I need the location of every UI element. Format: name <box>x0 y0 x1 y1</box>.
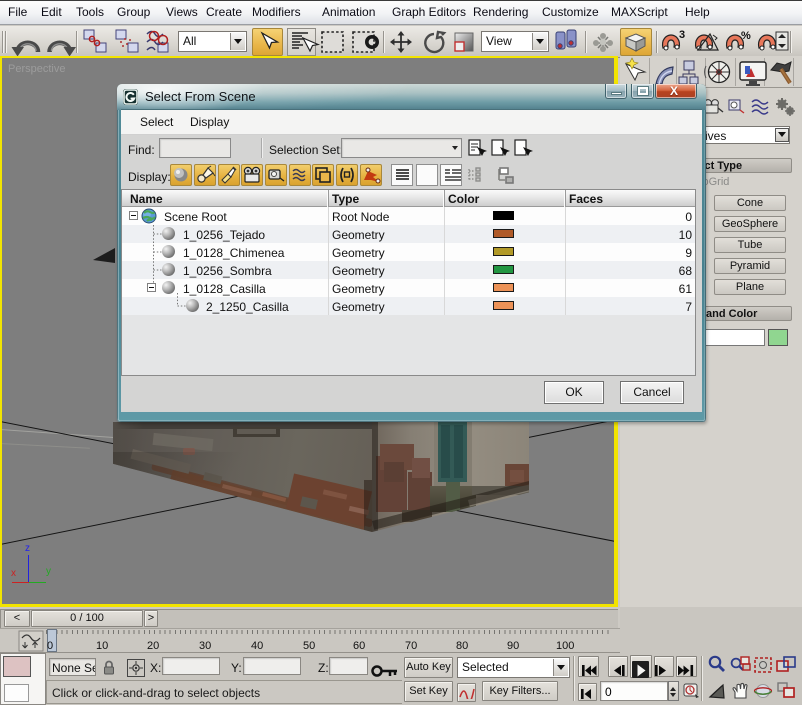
svg-text:3: 3 <box>679 29 685 41</box>
svg-text:%: % <box>741 30 751 42</box>
